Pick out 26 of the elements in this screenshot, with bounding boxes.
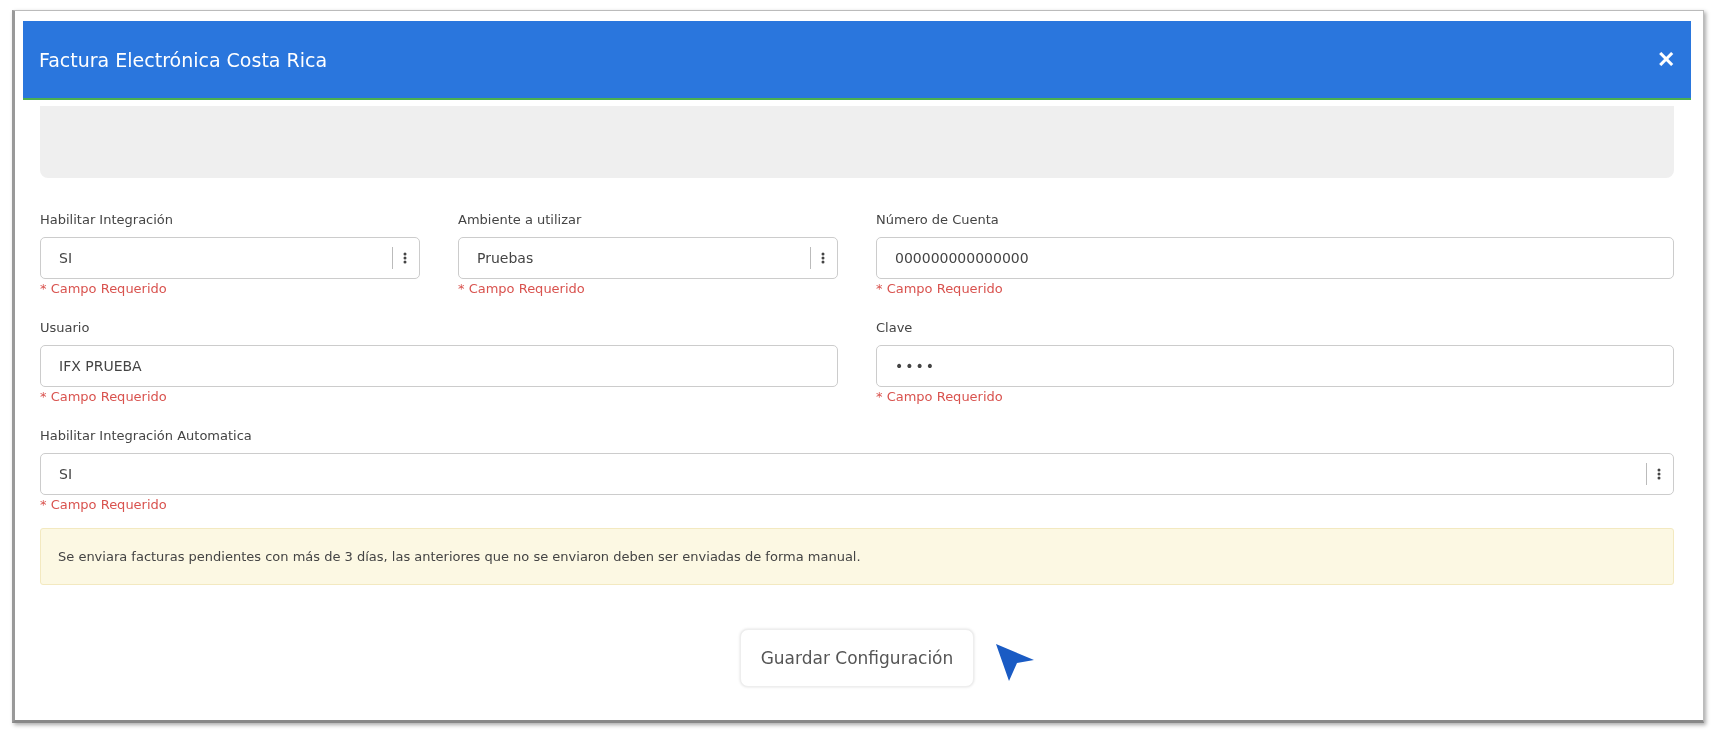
close-button[interactable]: ✕: [1657, 46, 1675, 73]
save-button[interactable]: Guardar Configuración: [739, 629, 975, 687]
dots-icon: [821, 252, 825, 264]
notice-text: Se enviara facturas pendientes con más de 3 días, las anteriores que no se enviaron deben ser enviadas de forma manual.: [40, 528, 1674, 585]
field-label: Habilitar Integración Automatica: [40, 428, 252, 444]
dots-icon: [1657, 468, 1661, 480]
field-label: Número de Cuenta: [876, 212, 999, 228]
field-label: Usuario: [40, 320, 90, 336]
error-text: * Campo Requerido: [40, 389, 167, 406]
error-text: * Campo Requerido: [40, 281, 167, 298]
error-text: * Campo Requerido: [40, 497, 167, 514]
select-field[interactable]: SI: [40, 237, 420, 279]
select-field[interactable]: Pruebas: [458, 237, 838, 279]
input-field[interactable]: 000000000000000: [876, 237, 1674, 279]
input-field[interactable]: IFX PRUEBA: [40, 345, 838, 387]
field-label: Ambiente a utilizar: [458, 212, 582, 228]
pointer-arrow-icon: [995, 643, 1035, 683]
error-text: * Campo Requerido: [876, 389, 1003, 406]
select-field[interactable]: SI: [40, 453, 1674, 495]
field-label: Clave: [876, 320, 913, 336]
window-title: Factura Electrónica Costa Rica: [39, 48, 328, 71]
field-label: Habilitar Integración: [40, 212, 174, 228]
password-field[interactable]: ••••: [876, 345, 1674, 387]
error-text: * Campo Requerido: [876, 281, 1003, 298]
dots-icon: [403, 252, 407, 264]
error-text: * Campo Requerido: [458, 281, 585, 298]
